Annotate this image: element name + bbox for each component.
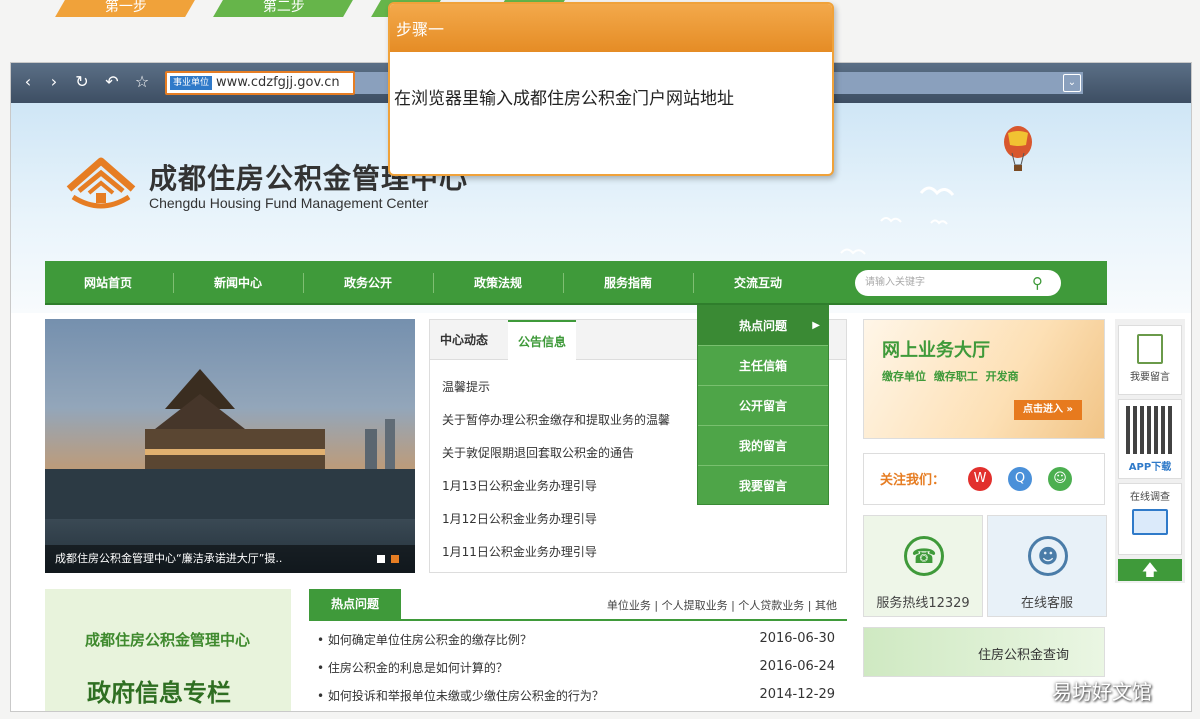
balloon-icon: [1004, 126, 1032, 171]
computer-icon: [1132, 509, 1168, 535]
nav-divider: [563, 273, 564, 293]
news-photo[interactable]: 成都住房公积金管理中心“廉洁承诺进大厅”摄..: [45, 319, 415, 573]
follow-label: 关注我们：: [880, 473, 946, 488]
hall-title: 网上业务大厅: [882, 340, 990, 361]
hot-item-date: 2016-06-24: [759, 659, 835, 674]
hot-categories[interactable]: 单位业务 | 个人提取业务 | 个人贷款业务 | 其他: [607, 597, 837, 613]
step-tab-2: 第二步: [213, 0, 353, 17]
nav-gov-affairs[interactable]: 政务公开: [305, 261, 431, 305]
dropdown-item-public-messages[interactable]: 公开留言: [698, 386, 828, 426]
callout-header: 步骤一: [390, 4, 832, 52]
hot-item-date: 2014-12-29: [759, 687, 835, 702]
online-service-label: 在线客服: [1020, 596, 1073, 611]
url-tag: 事业单位: [170, 76, 213, 90]
gov-info-org: 成都住房公积金管理中心: [85, 631, 251, 649]
search-icon[interactable]: ⚲: [1032, 270, 1043, 296]
news-item[interactable]: 温馨提示: [442, 378, 490, 395]
hot-item-title[interactable]: • 如何确定单位住房公积金的缴存比例？: [317, 631, 532, 648]
weibo-icon[interactable]: W: [968, 467, 992, 491]
news-item[interactable]: 关于暂停办理公积金缴存和提取业务的温馨: [442, 411, 670, 428]
interaction-dropdown: 热点问题 ▶ 主任信箱 公开留言 我的留言 我要留言: [697, 305, 829, 505]
arrow-right-icon: ▶: [812, 320, 820, 331]
dropdown-item-leave-message[interactable]: 我要留言: [698, 466, 828, 506]
dropdown-item-director-mailbox[interactable]: 主任信箱: [698, 346, 828, 386]
site-subtitle: Chengdu Housing Fund Management Center: [149, 195, 429, 211]
search-input[interactable]: 请输入关键字 ⚲: [855, 270, 1061, 296]
phone-icon: ☎: [904, 536, 944, 576]
gov-info-title: 政府信息专栏: [87, 678, 231, 707]
tab-hot-questions[interactable]: 热点问题: [309, 589, 401, 619]
gov-info-panel[interactable]: 成都住房公积金管理中心 政府信息专栏: [45, 589, 291, 711]
back-icon[interactable]: ‹: [17, 71, 39, 93]
hot-divider: [309, 619, 847, 621]
watermark: 易坊好文馆: [1052, 680, 1152, 704]
leave-message-label: 我要留言: [1130, 372, 1170, 383]
hot-questions-panel: 热点问题 单位业务 | 个人提取业务 | 个人贷款业务 | 其他 • 如何确定单…: [309, 589, 847, 711]
site-logo-icon: [66, 157, 136, 209]
customer-service-icon: ☻: [1028, 536, 1068, 576]
survey-label: 在线调查: [1130, 492, 1170, 503]
nav-home[interactable]: 网站首页: [45, 261, 171, 305]
fund-query-label: 住房公积金查询: [978, 648, 1070, 663]
tab-center-news[interactable]: 中心动态: [440, 320, 488, 360]
carousel-dot-active[interactable]: [391, 555, 399, 563]
chevron-down-icon[interactable]: ⌄: [1063, 74, 1081, 92]
forward-icon[interactable]: ›: [43, 71, 65, 93]
leave-message-button[interactable]: 我要留言: [1118, 325, 1182, 395]
nav-news[interactable]: 新闻中心: [175, 261, 301, 305]
hotline-label: 服务热线12329: [876, 596, 970, 611]
carousel-dot[interactable]: [377, 555, 385, 563]
news-item[interactable]: 1月12日公积金业务办理引导: [442, 510, 597, 527]
nav-divider: [303, 273, 304, 293]
search-placeholder: 请输入关键字: [865, 277, 925, 288]
online-hall-banner[interactable]: 网上业务大厅 缴存单位 缴存职工 开发商 点击进入 »: [863, 319, 1105, 439]
news-item[interactable]: 1月11日公积金业务办理引导: [442, 543, 597, 560]
photo-caption: 成都住房公积金管理中心“廉洁承诺进大厅”摄..: [45, 545, 415, 573]
dropdown-item-hot-questions[interactable]: 热点问题 ▶: [698, 306, 828, 346]
step-callout: 步骤一 在浏览器里输入成都住房公积金门户网站地址: [388, 2, 834, 176]
nav-service-guide[interactable]: 服务指南: [565, 261, 691, 305]
fund-query-banner[interactable]: 住房公积金查询: [863, 627, 1105, 677]
back-to-top-icon[interactable]: 🡅: [1118, 559, 1182, 581]
online-service-card[interactable]: ☻ 在线客服: [987, 515, 1107, 617]
nav-divider: [173, 273, 174, 293]
callout-body: 在浏览器里输入成都住房公积金门户网站地址: [394, 89, 734, 109]
nav-divider: [693, 273, 694, 293]
hall-subtitle: 缴存单位 缴存职工 开发商: [882, 370, 1019, 383]
url-text: www.cdzfgjj.gov.cn: [216, 75, 340, 90]
nav-policy[interactable]: 政策法规: [435, 261, 561, 305]
survey-button[interactable]: 在线调查: [1118, 483, 1182, 555]
star-icon[interactable]: ☆: [131, 71, 153, 93]
nav-interaction[interactable]: 交流互动: [695, 261, 821, 305]
hotline-card[interactable]: ☎ 服务热线12329: [863, 515, 983, 617]
address-bar[interactable]: 事业单位 www.cdzfgjj.gov.cn: [165, 71, 355, 95]
step-tab-1: 第一步: [55, 0, 195, 17]
news-item[interactable]: 关于敦促限期退回套取公积金的通告: [442, 444, 634, 461]
pavilion-image: [45, 369, 415, 519]
qr-code-icon: [1126, 406, 1174, 454]
hot-item-title[interactable]: • 如何投诉和举报单位未缴或少缴住房公积金的行为？: [317, 687, 604, 704]
main-nav: 网站首页 新闻中心 政务公开 政策法规 服务指南 交流互动 请输入关键字 ⚲: [45, 261, 1107, 305]
wechat-icon[interactable]: ☺: [1048, 467, 1072, 491]
hot-item-title[interactable]: • 住房公积金的利息是如何计算的？: [317, 659, 508, 676]
refresh-icon[interactable]: ↻: [71, 71, 93, 93]
hot-item-date: 2016-06-30: [759, 631, 835, 646]
birds-icon: [840, 186, 955, 255]
nav-divider: [433, 273, 434, 293]
enter-button[interactable]: 点击进入 »: [1014, 400, 1082, 420]
news-item[interactable]: 1月13日公积金业务办理引导: [442, 477, 597, 494]
tab-announcements[interactable]: 公告信息: [508, 320, 577, 360]
app-download-label: APP下载: [1128, 462, 1172, 473]
note-icon: [1137, 334, 1163, 364]
dropdown-item-my-messages[interactable]: 我的留言: [698, 426, 828, 466]
app-download-button[interactable]: APP下载: [1118, 399, 1182, 479]
side-toolbar: 我要留言 APP下载 在线调查 🡅: [1115, 319, 1185, 583]
tencent-weibo-icon[interactable]: Q: [1008, 467, 1032, 491]
undo-icon[interactable]: ↶: [101, 71, 123, 93]
follow-us: 关注我们： W Q ☺: [863, 453, 1105, 505]
